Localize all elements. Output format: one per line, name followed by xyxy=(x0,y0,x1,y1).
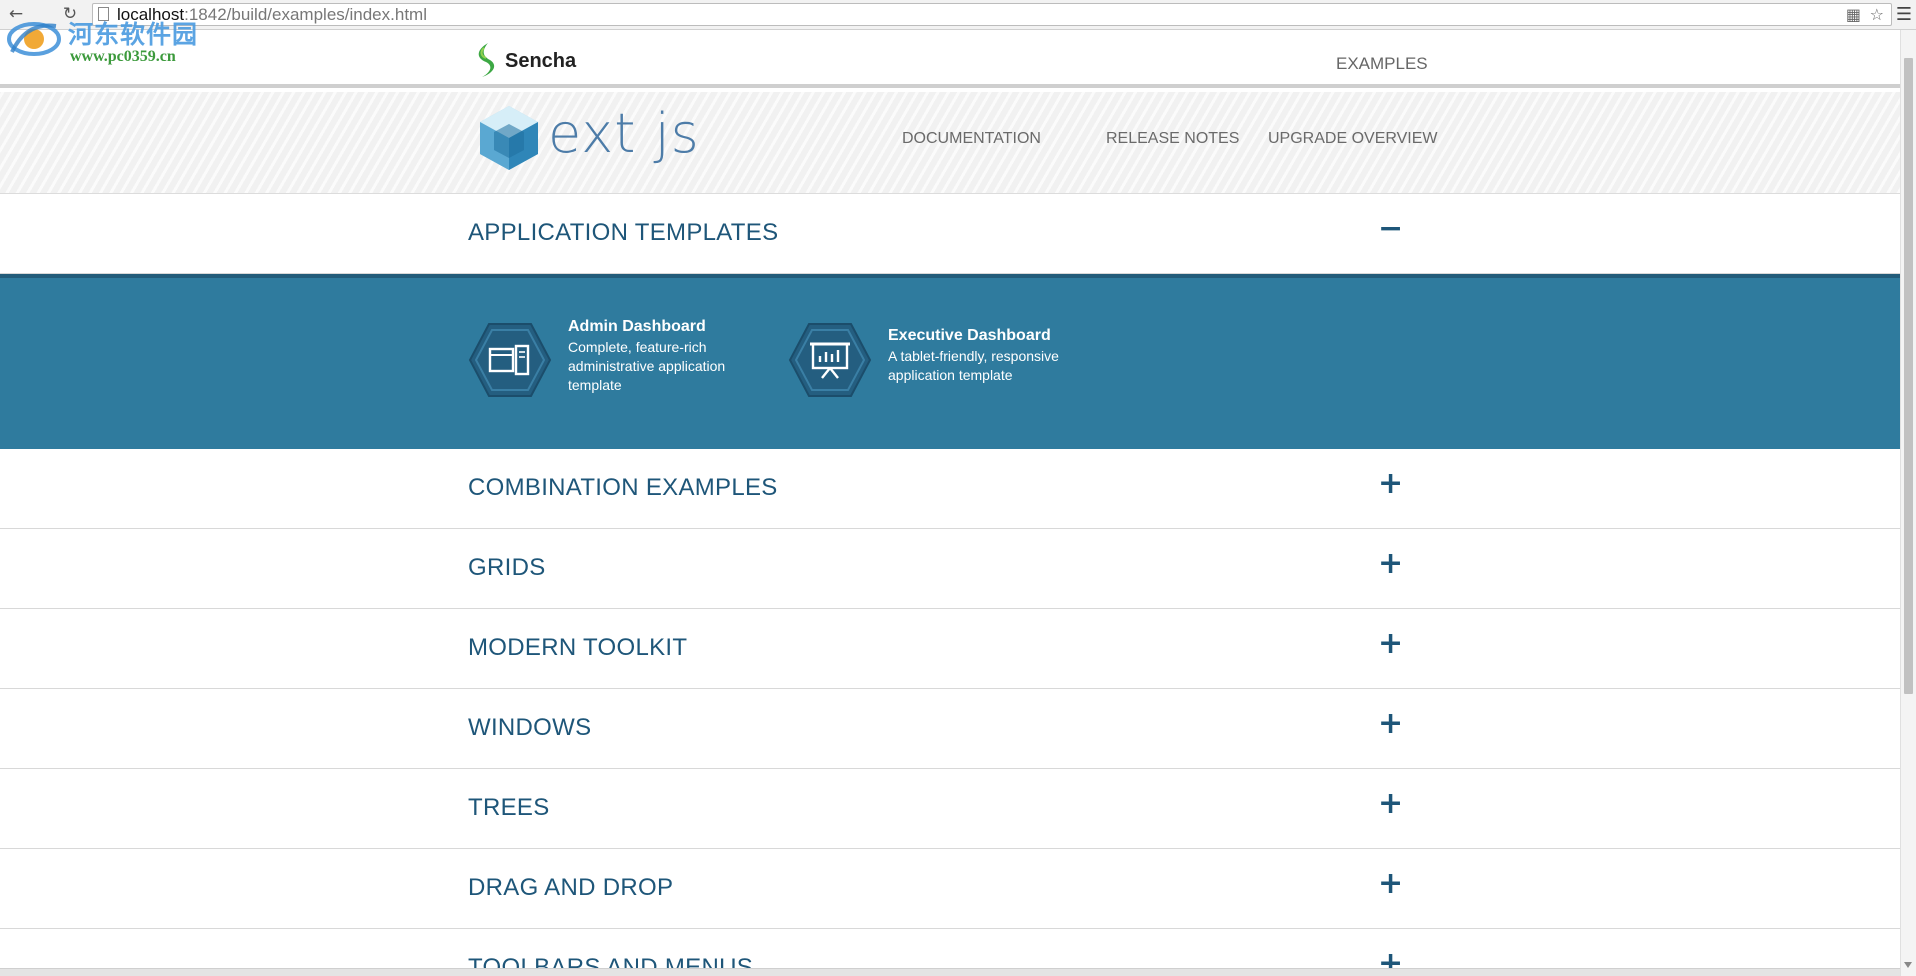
sencha-header: Sencha EXAMPLES xyxy=(0,30,1900,88)
extjs-hero: ext js DOCUMENTATION RELEASE NOTES UPGRA… xyxy=(0,92,1900,194)
window-bottom-bar xyxy=(0,968,1900,976)
dashboard-layout-icon xyxy=(468,323,552,397)
sencha-brand[interactable]: Sencha xyxy=(505,50,576,73)
browser-menu-icon[interactable]: ☰ xyxy=(1896,4,1912,25)
section-title: GRIDS xyxy=(468,554,546,581)
expand-plus-icon[interactable]: + xyxy=(1378,869,1403,899)
template-card-admin-dashboard[interactable]: Admin Dashboard Complete, feature-rich a… xyxy=(468,318,768,414)
template-title[interactable]: Admin Dashboard xyxy=(568,318,758,336)
expand-plus-icon[interactable]: + xyxy=(1378,709,1403,739)
section-application-templates[interactable]: APPLICATION TEMPLATES − xyxy=(0,194,1900,274)
expand-plus-icon[interactable]: + xyxy=(1378,949,1403,969)
presentation-chart-icon xyxy=(788,323,872,397)
scroll-down-arrow-icon[interactable] xyxy=(1904,962,1912,968)
section-combination-examples[interactable]: COMBINATION EXAMPLES + xyxy=(0,449,1900,529)
section-title: APPLICATION TEMPLATES xyxy=(468,219,779,246)
sencha-leaf-icon[interactable] xyxy=(472,42,500,78)
nav-examples-link[interactable]: EXAMPLES xyxy=(1336,54,1428,74)
scrollbar-thumb[interactable] xyxy=(1904,58,1913,694)
nav-release-notes-link[interactable]: RELEASE NOTES xyxy=(1106,130,1239,148)
section-modern-toolkit[interactable]: MODERN TOOLKIT + xyxy=(0,609,1900,689)
collapse-minus-icon[interactable]: − xyxy=(1378,214,1403,244)
watermark-site-name: 河东软件园 xyxy=(68,20,199,49)
template-card-executive-dashboard[interactable]: Executive Dashboard A tablet-friendly, r… xyxy=(788,323,1088,423)
section-title: DRAG AND DROP xyxy=(468,874,674,901)
section-toolbars-and-menus[interactable]: TOOLBARS AND MENUS + xyxy=(0,929,1900,968)
section-title: TREES xyxy=(468,794,550,821)
template-title[interactable]: Executive Dashboard xyxy=(888,327,1078,345)
section-title: COMBINATION EXAMPLES xyxy=(468,474,778,501)
section-title: TOOLBARS AND MENUS xyxy=(468,954,754,968)
section-title: MODERN TOOLKIT xyxy=(468,634,688,661)
vertical-scrollbar[interactable] xyxy=(1900,30,1916,976)
extjs-cube-logo-icon[interactable] xyxy=(478,104,540,172)
section-title: WINDOWS xyxy=(468,714,592,741)
expand-plus-icon[interactable]: + xyxy=(1378,469,1403,499)
url-path: :1842/build/examples/index.html xyxy=(184,5,427,24)
watermark-logo-icon xyxy=(7,22,61,56)
translate-icon[interactable]: ▦ xyxy=(1846,5,1861,24)
template-description: A tablet-friendly, responsive applicatio… xyxy=(888,348,1059,383)
section-trees[interactable]: TREES + xyxy=(0,769,1900,849)
site-watermark: 河东软件园 www.pc0359.cn xyxy=(4,12,214,70)
watermark-site-url: www.pc0359.cn xyxy=(70,48,176,65)
nav-upgrade-overview-link[interactable]: UPGRADE OVERVIEW xyxy=(1268,130,1438,148)
nav-documentation-link[interactable]: DOCUMENTATION xyxy=(902,130,1041,148)
expand-plus-icon[interactable]: + xyxy=(1378,629,1403,659)
browser-address-bar: ← ↻ localhost:1842/build/examples/index.… xyxy=(0,0,1916,30)
template-description: Complete, feature-rich administrative ap… xyxy=(568,339,726,393)
extjs-wordmark: ext js xyxy=(548,102,700,165)
expand-plus-icon[interactable]: + xyxy=(1378,789,1403,819)
bookmark-star-icon[interactable]: ☆ xyxy=(1870,5,1884,24)
application-templates-panel: Admin Dashboard Complete, feature-rich a… xyxy=(0,274,1900,449)
url-input[interactable]: localhost:1842/build/examples/index.html… xyxy=(92,3,1892,26)
section-drag-and-drop[interactable]: DRAG AND DROP + xyxy=(0,849,1900,929)
section-windows[interactable]: WINDOWS + xyxy=(0,689,1900,769)
section-grids[interactable]: GRIDS + xyxy=(0,529,1900,609)
expand-plus-icon[interactable]: + xyxy=(1378,549,1403,579)
